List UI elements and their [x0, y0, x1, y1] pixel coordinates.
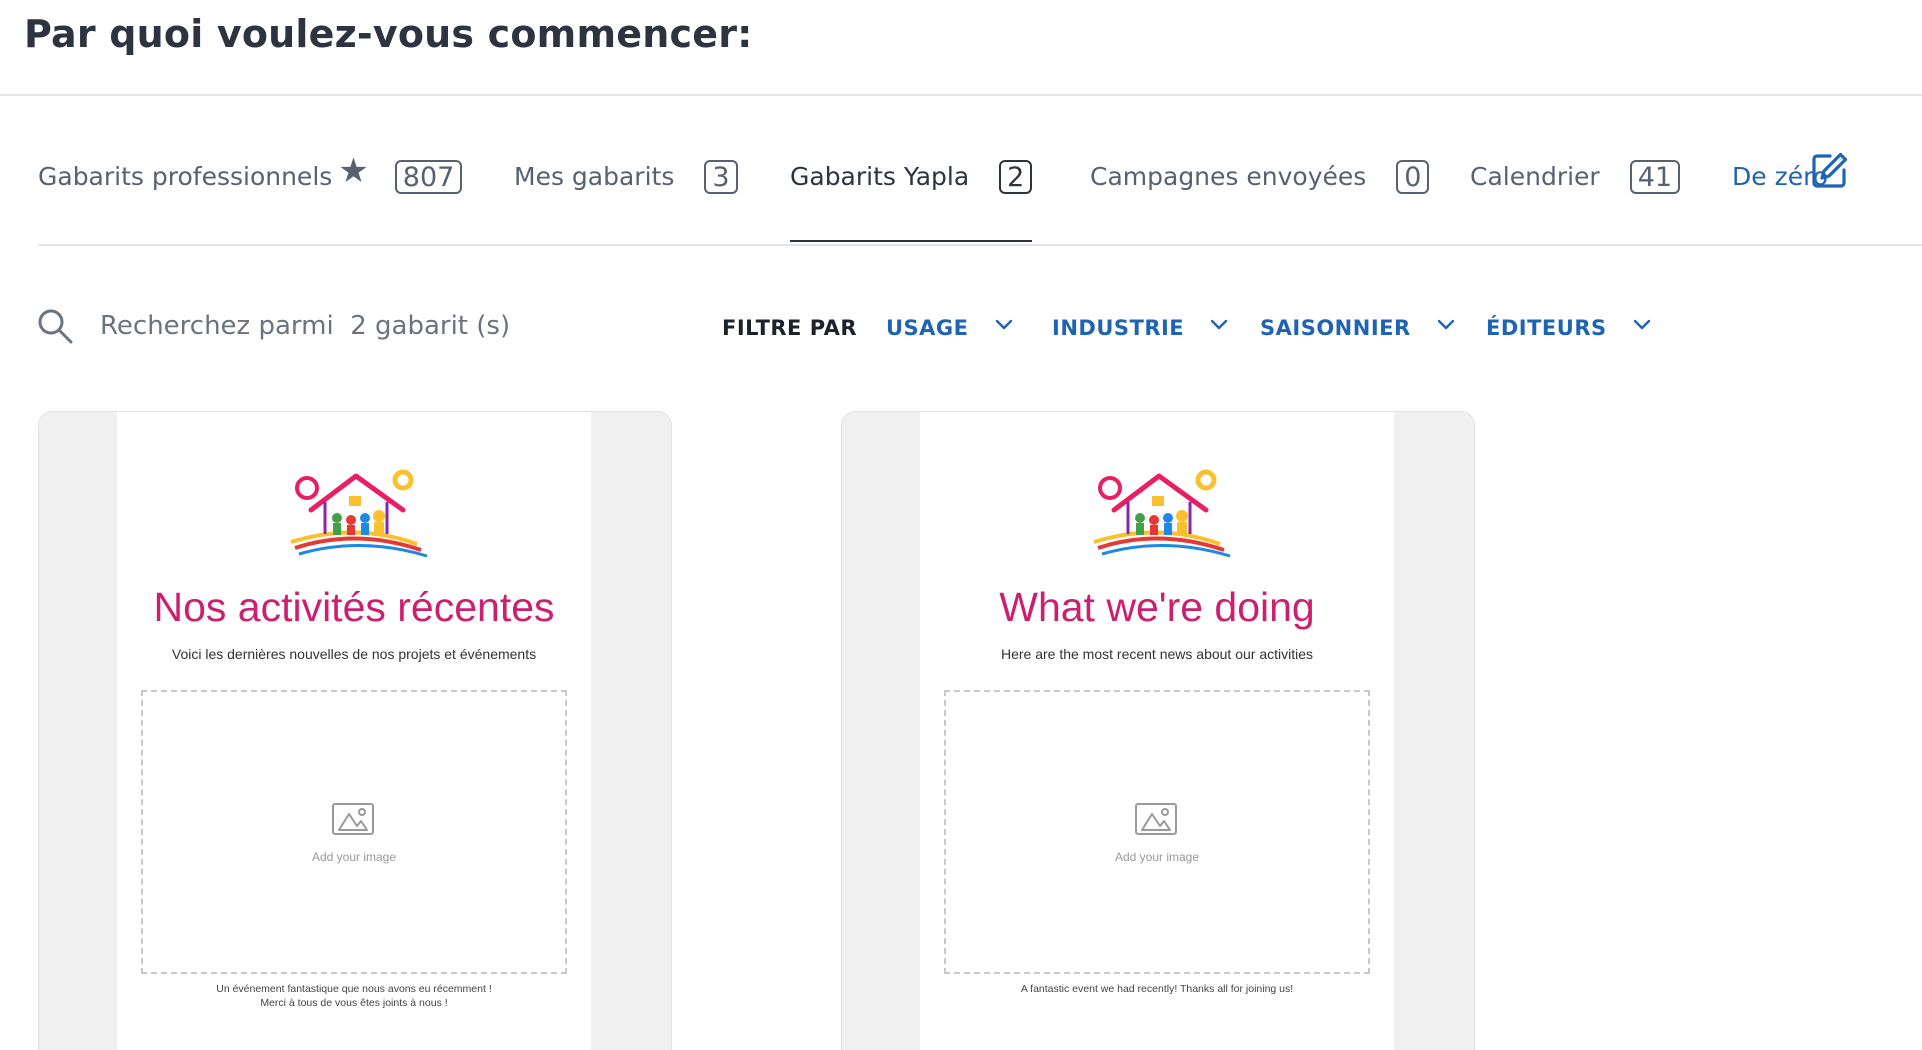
- template-caption: A fantastic event we had recently! Thank…: [920, 982, 1394, 996]
- template-title: What we're doing: [999, 584, 1315, 630]
- tab-label: Mes gabarits: [514, 162, 675, 191]
- tab-label: Gabarits Yapla: [790, 162, 970, 191]
- template-subtitle: Here are the most recent news about our …: [1000, 646, 1314, 662]
- filter-publishers[interactable]: ÉDITEURS: [1486, 316, 1651, 340]
- tab-count: 0: [1396, 160, 1430, 194]
- filter-label: FILTRE PAR: [722, 316, 858, 340]
- caption-line: Un événement fantastique que nous avons …: [216, 983, 492, 995]
- template-card[interactable]: Nos activités récentes Voici les dernièr…: [38, 411, 672, 1050]
- template-tabs: Gabarits professionnels ★ 807 Mes gabari…: [38, 150, 1922, 246]
- chevron-down-icon: [1633, 319, 1650, 330]
- chevron-down-icon: [1210, 319, 1228, 330]
- chevron-down-icon: [995, 319, 1012, 330]
- caption-line: Merci à tous de vous êtes joints à nous …: [260, 997, 448, 1009]
- template-caption: Un événement fantastique que nous avons …: [117, 982, 591, 1010]
- filter-text: SAISONNIER: [1260, 316, 1411, 340]
- image-placeholder: Add your image: [141, 690, 567, 974]
- filter-text: USAGE: [886, 316, 969, 340]
- template-preview: Nos activités récentes Voici les dernièr…: [117, 412, 591, 1050]
- search-input[interactable]: [100, 311, 580, 341]
- tab-my-templates[interactable]: Mes gabarits 3: [514, 154, 738, 242]
- page-title: Par quoi voulez-vous commencer:: [24, 12, 753, 56]
- tab-count: 3: [704, 160, 738, 194]
- tab-professional-templates[interactable]: Gabarits professionnels ★ 807: [38, 151, 463, 242]
- edit-icon[interactable]: [1810, 150, 1850, 190]
- house-logo-icon: [290, 469, 428, 558]
- tab-calendar[interactable]: Calendrier 41: [1470, 154, 1681, 242]
- template-title: Nos activités récentes: [153, 584, 555, 630]
- filter-usage[interactable]: USAGE: [886, 316, 1013, 340]
- filter-seasonal[interactable]: SAISONNIER: [1260, 316, 1455, 340]
- filter-industry[interactable]: INDUSTRIE: [1052, 316, 1228, 340]
- tab-sent-campaigns[interactable]: Campagnes envoyées 0: [1090, 154, 1430, 242]
- header: Par quoi voulez-vous commencer:: [0, 0, 1922, 96]
- template-card[interactable]: What we're doing Here are the most recen…: [841, 411, 1475, 1050]
- tab-count: 807: [394, 160, 463, 194]
- tab-label: Campagnes envoyées: [1090, 162, 1367, 191]
- chevron-down-icon: [1437, 319, 1454, 330]
- tab-count: 41: [1629, 160, 1681, 194]
- search-icon: [38, 309, 73, 344]
- image-placeholder: Add your image: [944, 690, 1370, 974]
- caption-line: A fantastic event we had recently! Thank…: [1020, 983, 1294, 995]
- image-placeholder-label: Add your image: [1114, 850, 1200, 864]
- filter-text: ÉDITEURS: [1486, 316, 1607, 340]
- search-bar: [36, 300, 596, 352]
- filter-text: INDUSTRIE: [1052, 316, 1185, 340]
- tab-label: Gabarits professionnels: [38, 162, 333, 191]
- tab-count: 2: [999, 160, 1033, 194]
- tab-label: Calendrier: [1470, 162, 1600, 191]
- star-icon: ★: [338, 151, 369, 191]
- house-logo-icon: [1093, 469, 1231, 558]
- image-icon: [1135, 803, 1177, 835]
- image-placeholder-label: Add your image: [311, 850, 397, 864]
- template-subtitle: Voici les dernières nouvelles de nos pro…: [171, 646, 537, 662]
- image-icon: [332, 803, 374, 835]
- tab-yapla-templates[interactable]: Gabarits Yapla 2: [790, 154, 1033, 242]
- template-preview: What we're doing Here are the most recen…: [920, 412, 1394, 1050]
